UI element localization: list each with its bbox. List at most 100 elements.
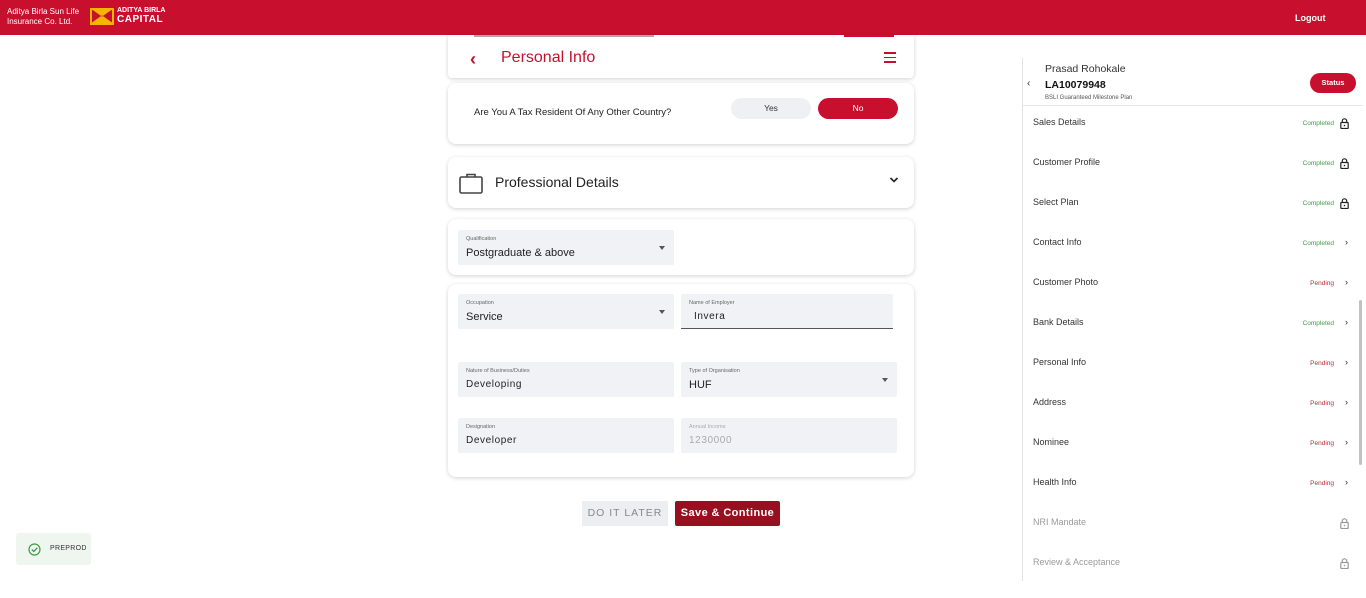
sidebar-step-label: Sales Details — [1033, 117, 1086, 127]
annual-income-label: Annual Income — [689, 424, 726, 430]
sidebar-step-nri-mandate: NRI Mandate — [1022, 518, 1354, 558]
sidebar-step-status: Completed — [1302, 200, 1334, 207]
sidebar-header: ‹ Prasad Rohokale LA10079948 BSLI Guaran… — [1023, 58, 1363, 106]
qualification-value: Postgraduate & above — [466, 247, 575, 259]
qualification-select[interactable]: Qualification Postgraduate & above — [458, 230, 674, 265]
sidebar-step-label: Nominee — [1033, 437, 1070, 447]
dropdown-caret-icon — [659, 310, 665, 314]
chevron-right-icon[interactable]: › — [1345, 438, 1348, 447]
sidebar-step-customer-profile[interactable]: Customer Profile Completed — [1022, 158, 1354, 198]
sidebar-step-status: Completed — [1302, 240, 1334, 247]
nature-of-business-field[interactable]: Nature of Business/Duties Developing — [458, 362, 674, 397]
annual-income-field: Annual Income 1230000 — [681, 418, 897, 453]
organisation-type-select[interactable]: Type of Organisation HUF — [681, 362, 897, 397]
dropdown-caret-icon — [882, 378, 888, 382]
tax-no-button[interactable]: No — [818, 98, 898, 119]
chevron-right-icon[interactable]: › — [1345, 318, 1348, 327]
occupation-select[interactable]: Occupation Service — [458, 294, 674, 329]
sidebar-step-label: Health Info — [1033, 477, 1077, 487]
sidebar-step-status: Pending — [1310, 400, 1334, 407]
tax-resident-card: Are You A Tax Resident Of Any Other Coun… — [448, 83, 914, 144]
sidebar-step-status: Completed — [1302, 160, 1334, 167]
sidebar-step-label: Review & Acceptance — [1033, 557, 1121, 567]
sidebar-step-status: Completed — [1302, 120, 1334, 127]
lock-icon — [1340, 156, 1349, 170]
top-bar: Aditya Birla Sun Life Insurance Co. Ltd.… — [0, 0, 1366, 35]
scrolled-content-strip — [474, 35, 894, 39]
professional-details-accordion[interactable]: Professional Details — [448, 157, 914, 208]
sidebar-step-bank-details[interactable]: Bank Details Completed › — [1022, 318, 1354, 358]
sidebar-step-status: Completed — [1302, 320, 1334, 327]
tax-resident-question: Are You A Tax Resident Of Any Other Coun… — [474, 107, 672, 118]
sidebar-step-label: Select Plan — [1033, 197, 1079, 207]
briefcase-icon — [459, 173, 483, 194]
sidebar-step-label: Contact Info — [1033, 237, 1082, 247]
nature-label: Nature of Business/Duties — [466, 368, 530, 374]
occupation-card: Occupation Service Name of Employer Inve… — [448, 284, 914, 477]
employer-underline — [681, 294, 893, 329]
designation-label: Designation — [466, 424, 496, 430]
sidebar-back-chevron-icon[interactable]: ‹ — [1027, 78, 1030, 89]
occupation-label: Occupation — [466, 300, 494, 306]
brand-logo-capital: ADITYA BIRLA CAPITAL — [90, 7, 165, 25]
chevron-right-icon[interactable]: › — [1345, 238, 1348, 247]
chevron-down-icon[interactable] — [889, 175, 899, 185]
sidebar-step-label: Customer Profile — [1033, 157, 1101, 167]
page-title: Personal Info — [501, 49, 596, 66]
lock-icon — [1340, 556, 1349, 570]
applicant-name: Prasad Rohokale — [1045, 63, 1126, 75]
sidebar-step-select-plan[interactable]: Select Plan Completed — [1022, 198, 1354, 238]
designation-field[interactable]: Designation Developer — [458, 418, 674, 453]
environment-label: PREPROD — [50, 545, 87, 552]
sidebar-step-status: Pending — [1310, 360, 1334, 367]
sidebar-step-status: Pending — [1310, 280, 1334, 287]
application-id: LA10079948 — [1045, 79, 1106, 91]
sidebar-step-health-info[interactable]: Health Info Pending › — [1022, 478, 1354, 518]
sidebar-step-label: Bank Details — [1033, 317, 1084, 327]
sidebar-step-label: Address — [1033, 397, 1067, 407]
occupation-value: Service — [466, 311, 503, 323]
chevron-right-icon[interactable]: › — [1345, 358, 1348, 367]
sidebar-step-status: Pending — [1310, 480, 1334, 487]
org-type-label: Type of Organisation — [689, 368, 740, 374]
sidebar-step-status: Pending — [1310, 440, 1334, 447]
sidebar-step-sales-details[interactable]: Sales Details Completed — [1022, 118, 1354, 158]
tax-yes-button[interactable]: Yes — [731, 98, 811, 119]
sidebar-step-customer-photo[interactable]: Customer Photo Pending › — [1022, 278, 1354, 318]
brand-line-2: Insurance Co. Ltd. — [7, 17, 73, 26]
sidebar-step-label: Personal Info — [1033, 357, 1087, 367]
brand-line-1: Aditya Birla Sun Life — [7, 7, 80, 16]
chevron-right-icon[interactable]: › — [1345, 398, 1348, 407]
professional-details-title: Professional Details — [495, 174, 619, 190]
sidebar-step-address[interactable]: Address Pending › — [1022, 398, 1354, 438]
qualification-label: Qualification — [466, 236, 497, 242]
nature-value: Developing — [466, 379, 523, 390]
lock-icon — [1340, 196, 1349, 210]
sidebar-scroll-thumb[interactable] — [1359, 300, 1362, 465]
capital-logo-icon — [90, 7, 114, 25]
hamburger-menu-icon[interactable] — [884, 52, 896, 63]
annual-income-value: 1230000 — [689, 435, 733, 446]
sidebar-step-nominee[interactable]: Nominee Pending › — [1022, 438, 1354, 478]
plan-name: BSLI Guaranteed Milestone Plan — [1045, 95, 1133, 101]
personal-info-header: ‹ Personal Info — [448, 35, 914, 78]
qualification-card: Qualification Postgraduate & above — [448, 219, 914, 275]
logout-button[interactable]: Logout — [1295, 13, 1326, 23]
save-continue-button[interactable]: Save & Continue — [675, 501, 780, 526]
chevron-right-icon[interactable]: › — [1345, 478, 1348, 487]
do-it-later-button[interactable]: DO IT LATER — [582, 501, 668, 526]
lock-icon — [1340, 516, 1349, 530]
brand2-bottom: CAPITAL — [117, 14, 164, 25]
environment-badge: PREPROD — [16, 533, 91, 565]
designation-value: Developer — [466, 435, 517, 446]
chevron-right-icon[interactable]: › — [1345, 278, 1348, 287]
org-type-value: HUF — [689, 379, 712, 391]
check-circle-icon — [28, 543, 41, 556]
sidebar-step-label: Customer Photo — [1033, 277, 1099, 287]
sidebar-step-contact-info[interactable]: Contact Info Completed › — [1022, 238, 1354, 278]
brand-logo-sunlife: Aditya Birla Sun Life Insurance Co. Ltd. — [7, 7, 83, 27]
status-button[interactable]: Status — [1310, 73, 1356, 93]
sidebar-step-label: NRI Mandate — [1033, 517, 1087, 527]
back-chevron-icon[interactable]: ‹ — [470, 49, 476, 70]
sidebar-step-personal-info[interactable]: Personal Info Pending › — [1022, 358, 1354, 398]
